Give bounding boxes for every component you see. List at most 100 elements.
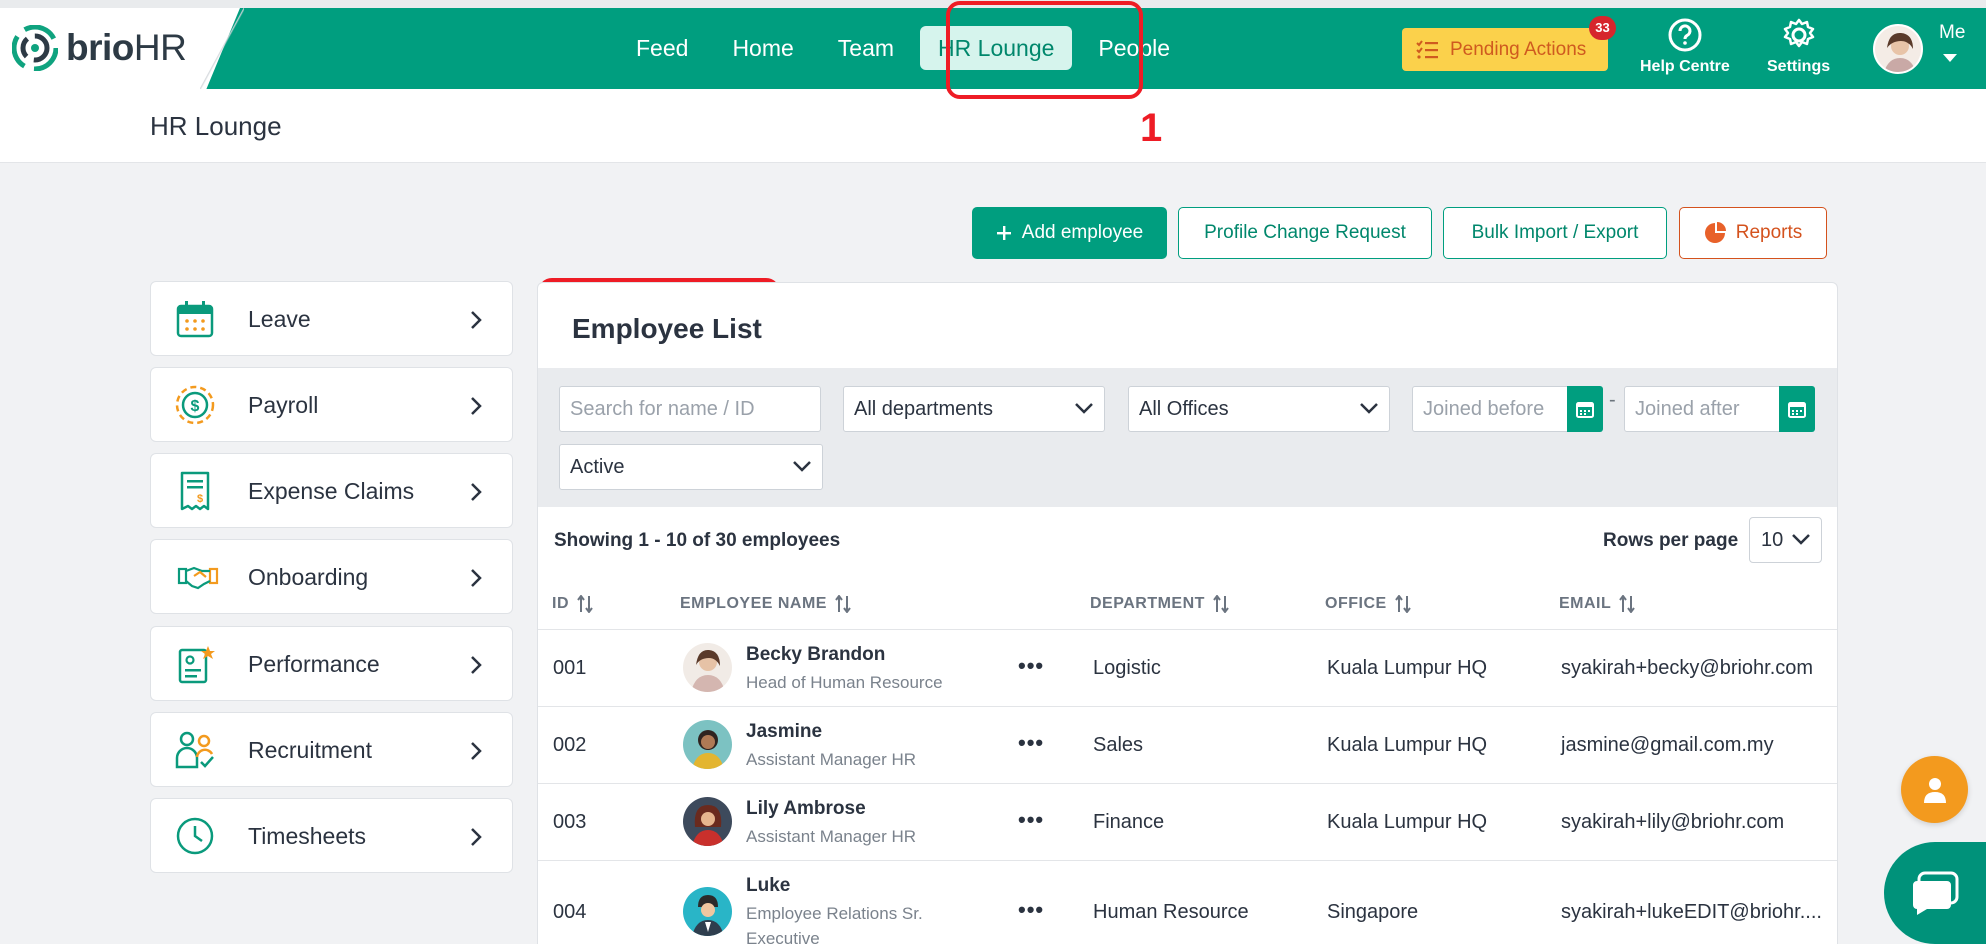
sidebar-item-label: Payroll [248,392,319,418]
column-header-department[interactable]: DEPARTMENT [1090,595,1229,613]
sidebar-item-expense-claims[interactable]: $ Expense Claims [150,453,513,528]
rows-per-page-select[interactable]: 10 [1749,517,1822,563]
department-select[interactable]: All departments [843,386,1105,432]
chevron-right-icon [471,397,482,415]
employee-avatar [683,797,732,846]
date-range-separator: - [1609,389,1616,411]
svg-text:$: $ [191,398,200,415]
cell-office: Singapore [1327,901,1419,923]
sort-icon [1213,595,1229,613]
sort-icon [1619,595,1636,613]
cell-email: syakirah+lukeEDIT@briohr.... [1561,901,1822,923]
cell-office: Kuala Lumpur HQ [1327,811,1488,833]
row-more-options-icon[interactable]: ••• [1018,807,1044,833]
filter-bar: Search for name / ID All departments All… [538,368,1837,507]
reports-label: Reports [1735,222,1803,243]
office-select[interactable]: All Offices [1128,386,1390,432]
bulk-import-export-button[interactable]: Bulk Import / Export [1443,207,1667,259]
chevron-down-icon [1792,534,1810,545]
sort-icon [1394,595,1411,613]
sidebar-item-timesheets[interactable]: Timesheets [150,798,513,873]
cell-email: syakirah+becky@briohr.com [1561,657,1814,679]
logo-text-hr: HR [133,27,187,68]
logo-text-brio: brio [66,27,134,68]
search-input[interactable]: Search for name / ID [559,386,821,432]
joined-after-input[interactable]: Joined after [1624,386,1780,432]
employee-list-title: Employee List [572,313,762,344]
nav-home[interactable]: Home [714,26,811,70]
column-header-id[interactable]: ID [552,595,593,613]
user-icon [1923,777,1946,803]
employee-name[interactable]: Becky Brandon [746,644,885,666]
column-header-employee-name[interactable]: EMPLOYEE NAME [680,595,851,613]
pie-chart-icon [1704,222,1726,243]
user-avatar[interactable] [1873,24,1923,74]
sidebar-item-leave[interactable]: Leave [150,281,513,356]
chevron-down-icon [1360,403,1378,414]
recruitment-icon [175,731,214,769]
joined-before-calendar-button[interactable] [1567,386,1603,432]
employee-role: Assistant Manager HR [746,750,917,769]
pending-count-badge: 33 [1589,16,1616,40]
column-header-email[interactable]: EMAIL [1559,595,1636,613]
pending-actions-button[interactable]: Pending Actions [1402,28,1608,71]
briohr-logo[interactable]: brioHR [12,25,187,71]
employee-name[interactable]: Luke [746,875,790,897]
calendar-icon [176,301,214,338]
page-title: HR Lounge [150,111,282,141]
nav-feed[interactable]: Feed [618,26,706,70]
cell-department: Logistic [1093,657,1161,679]
row-more-options-icon[interactable]: ••• [1018,897,1044,923]
sidebar-item-performance[interactable]: Performance [150,626,513,701]
cell-id: 004 [553,901,587,923]
employee-name[interactable]: Lily Ambrose [746,798,866,820]
column-header-office-label: OFFICE [1325,595,1387,612]
row-more-options-icon[interactable]: ••• [1018,653,1044,679]
table-divider [538,706,1837,707]
column-header-id-label: ID [552,595,569,612]
table-divider [538,783,1837,784]
add-employee-button[interactable]: Add employee [972,207,1167,259]
chevron-right-icon [471,483,482,501]
user-menu-caret-icon[interactable] [1943,54,1957,62]
column-header-email-label: EMAIL [1559,595,1612,612]
cell-department: Sales [1093,734,1144,756]
nav-team[interactable]: Team [820,26,912,70]
column-header-office[interactable]: OFFICE [1325,595,1411,613]
cell-department: Human Resource [1093,901,1249,923]
sidebar-item-recruitment[interactable]: Recruitment [150,712,513,787]
status-select[interactable]: Active [559,444,823,490]
gear-icon [1783,18,1814,48]
employee-photo-icon [683,720,732,769]
reports-button[interactable]: Reports [1679,207,1827,259]
cell-email: syakirah+lily@briohr.com [1561,811,1785,833]
joined-after-calendar-button[interactable] [1779,386,1815,432]
department-select-value: All departments [854,397,993,420]
row-more-options-icon[interactable]: ••• [1018,730,1044,756]
sidebar-item-label: Timesheets [248,823,367,849]
cell-id: 003 [553,811,587,833]
results-summary: Showing 1 - 10 of 30 employees [554,530,841,551]
profile-change-request-button[interactable]: Profile Change Request [1178,207,1432,259]
annotation-box-hr-lounge [946,1,1143,99]
user-profile-fab[interactable] [1901,756,1968,823]
help-centre-button[interactable]: Help Centre [1640,18,1730,76]
joined-before-input[interactable]: Joined before [1412,386,1568,432]
sidebar-item-label: Expense Claims [248,478,415,504]
settings-button[interactable]: Settings [1767,18,1830,76]
chat-widget-button[interactable] [1884,842,1986,944]
sidebar-item-payroll[interactable]: $ Payroll [150,367,513,442]
employee-role: Employee Relations Sr. Executive [746,904,923,944]
sidebar-item-onboarding[interactable]: Onboarding [150,539,513,614]
employee-name[interactable]: Jasmine [746,721,822,743]
sidebar-item-label: Onboarding [248,564,369,590]
page-title-bar: HR Lounge [0,89,1986,163]
employee-role: Head of Human Resource [746,673,943,692]
employee-photo-icon [683,887,732,936]
calendar-icon [1788,402,1806,418]
me-label[interactable]: Me [1939,22,1965,44]
add-employee-label: Add employee [1021,222,1144,243]
chevron-right-icon [471,742,482,760]
cell-email: jasmine@gmail.com.my [1561,734,1774,756]
rows-per-page-value: 10 [1761,528,1784,551]
